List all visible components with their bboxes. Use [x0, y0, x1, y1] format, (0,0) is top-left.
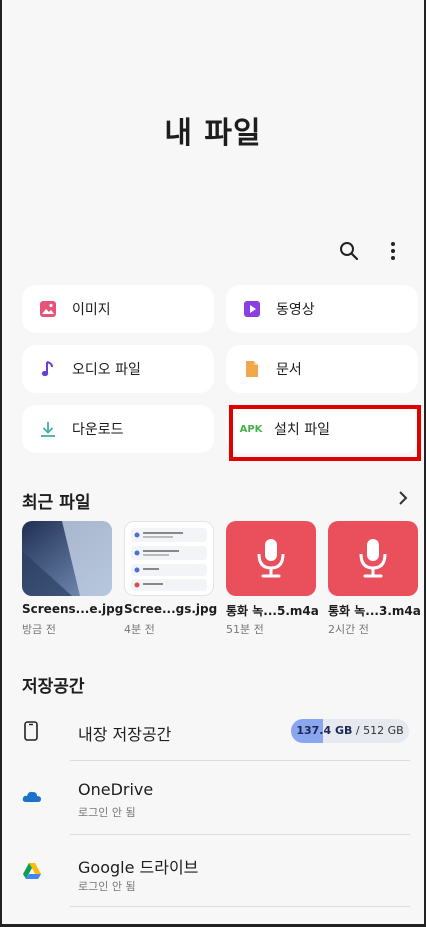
recent-file-time: 2시간 전: [328, 623, 369, 636]
more-vert-icon[interactable]: [382, 240, 404, 262]
storage-used: 137.4 GB: [296, 724, 353, 737]
category-videos[interactable]: 동영상: [226, 285, 418, 333]
divider: [70, 906, 410, 907]
divider: [70, 834, 410, 835]
recent-file-name: Scree...gs.jpg: [124, 602, 218, 616]
storage-total: / 512 GB: [355, 724, 404, 737]
onedrive-label: OneDrive: [78, 780, 154, 799]
search-icon[interactable]: [338, 240, 360, 262]
gdrive-status: 로그인 안 됨: [78, 880, 136, 893]
category-label: 문서: [276, 362, 302, 378]
recent-thumbnail-screenshot[interactable]: [124, 521, 214, 596]
download-icon: [38, 419, 58, 439]
gdrive-label: Google 드라이브: [78, 858, 199, 877]
video-icon: [242, 299, 262, 319]
onedrive-cloud-icon: [22, 788, 42, 807]
category-label: 오디오 파일: [72, 362, 141, 378]
chevron-right-icon[interactable]: [398, 487, 408, 511]
category-label: 동영상: [276, 302, 315, 318]
recent-thumbnail-audio[interactable]: [328, 521, 418, 596]
recent-file-time: 방금 전: [22, 623, 56, 636]
divider: [70, 760, 410, 761]
recent-file-time: 4분 전: [124, 623, 155, 636]
recent-files-title: 최근 파일: [22, 493, 91, 513]
storage-internal-label: 내장 저장공간: [78, 725, 172, 744]
storage-title: 저장공간: [22, 677, 85, 697]
category-audio[interactable]: 오디오 파일: [22, 345, 214, 393]
storage-usage-bar: 137.4 GB / 512 GB: [291, 719, 409, 743]
microphone-icon: [257, 539, 285, 578]
category-downloads[interactable]: 다운로드: [22, 405, 214, 453]
recent-file-name: 통화 녹...3.m4a: [328, 604, 421, 618]
highlight-box: [229, 405, 421, 461]
recent-file-name: Screens...e.jpg: [22, 602, 124, 616]
page-title: 내 파일: [164, 116, 262, 151]
category-label: 다운로드: [72, 422, 124, 438]
onedrive-status: 로그인 안 됨: [78, 806, 136, 819]
toolbar: [338, 240, 404, 262]
document-icon: [242, 359, 262, 379]
microphone-icon: [359, 539, 387, 578]
category-documents[interactable]: 문서: [226, 345, 418, 393]
google-drive-icon: [22, 862, 42, 884]
recent-file-name: 통화 녹...5.m4a: [226, 604, 319, 618]
category-label: 이미지: [72, 302, 111, 318]
image-icon: [38, 299, 58, 319]
music-note-icon: [38, 359, 58, 379]
recent-thumbnail-image[interactable]: [22, 521, 112, 596]
recent-file-time: 51분 전: [226, 623, 264, 636]
category-images[interactable]: 이미지: [22, 285, 214, 333]
recent-thumbnail-audio[interactable]: [226, 521, 316, 596]
phone-icon: [24, 721, 38, 745]
